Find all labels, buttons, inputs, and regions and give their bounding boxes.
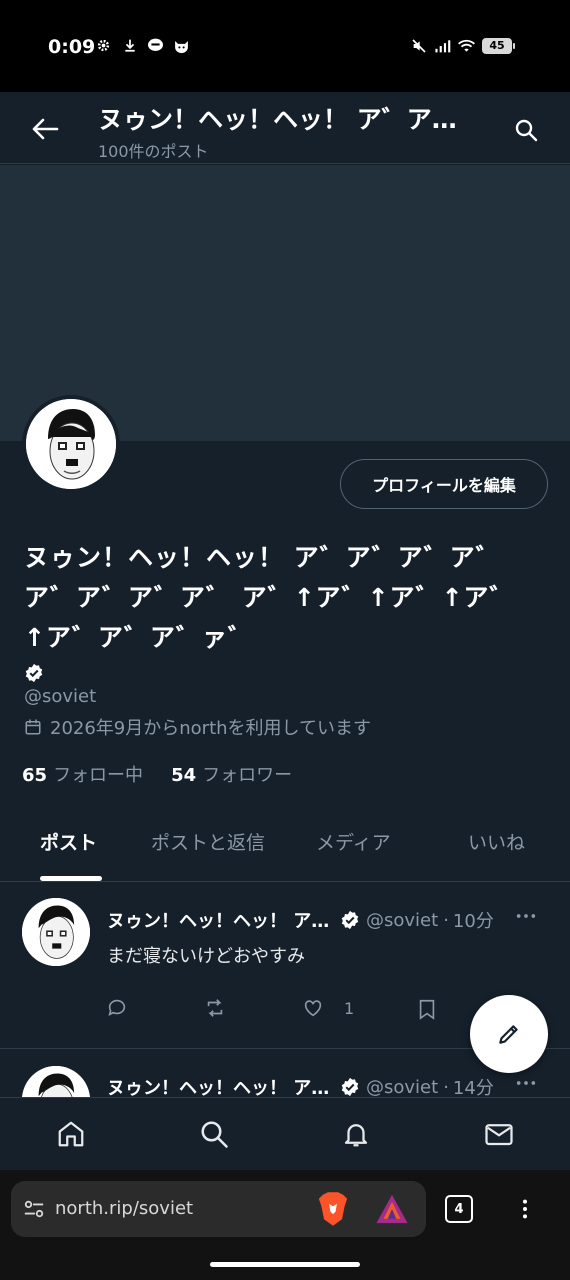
- status-notification-icons: [95, 37, 190, 54]
- nav-notifications[interactable]: [338, 1116, 374, 1152]
- avatar-face-image: [22, 898, 90, 966]
- wifi-icon: [458, 37, 475, 54]
- post-separator: ·: [443, 1076, 449, 1098]
- back-arrow-icon: [32, 118, 59, 140]
- post-time: 10分: [452, 911, 494, 932]
- followers-label: フォロワー: [202, 765, 293, 786]
- status-bar: 0:09 45: [0, 0, 570, 92]
- header-title: ヌゥン！ヘッ！ヘッ！ ア゛ア…: [98, 105, 457, 134]
- bookmark-icon: [419, 999, 435, 1020]
- joined-date: 2026年9月からnorthを利用しています: [24, 714, 371, 740]
- tab-media[interactable]: メディア: [316, 828, 391, 855]
- post-author-handle: @soviet: [366, 909, 439, 931]
- post-separator: ·: [443, 909, 449, 931]
- profile-header: ヌゥン！ヘッ！ヘッ！ ア゛ア… 100件のポスト: [0, 92, 570, 164]
- followers-link[interactable]: 54 フォロワー: [171, 761, 292, 787]
- joined-text: 2026年9月からnorthを利用しています: [50, 718, 372, 739]
- heart-icon: [304, 1000, 322, 1017]
- tab-likes[interactable]: いいね: [468, 828, 525, 855]
- edit-profile-button[interactable]: プロフィールを編集: [340, 459, 548, 509]
- verified-badge-icon: [341, 910, 359, 930]
- like-button[interactable]: 1: [302, 997, 354, 1019]
- browser-toolbar: north.rip/soviet 4: [0, 1170, 570, 1280]
- active-tab-indicator: [40, 876, 102, 881]
- home-icon: [58, 1121, 84, 1147]
- gesture-home-indicator: [210, 1262, 360, 1267]
- post-more-button[interactable]: [515, 1072, 537, 1097]
- status-system-icons: 45: [410, 37, 515, 54]
- bell-icon: [344, 1124, 368, 1147]
- verified-badge-icon: [24, 663, 44, 683]
- brave-rewards-icon[interactable]: [375, 1193, 409, 1225]
- following-link[interactable]: 65 フォロー中: [22, 761, 143, 787]
- address-bar[interactable]: north.rip/soviet: [11, 1181, 426, 1237]
- download-icon: [121, 37, 138, 54]
- status-time: 0:09: [48, 36, 96, 58]
- following-label: フォロー中: [53, 765, 144, 786]
- site-settings-icon[interactable]: [23, 1198, 45, 1220]
- post-time: 14分: [452, 1078, 494, 1097]
- repost-button[interactable]: [204, 997, 226, 1019]
- search-button[interactable]: [510, 114, 542, 146]
- post-more-button[interactable]: [515, 905, 537, 931]
- avatar-face-image: [22, 1066, 90, 1097]
- verified-badge-icon: [341, 1077, 359, 1097]
- mail-icon: [485, 1124, 513, 1146]
- settings-gear-icon: [95, 37, 112, 54]
- back-button[interactable]: [28, 112, 62, 146]
- post-avatar[interactable]: [22, 1066, 90, 1097]
- follow-stats: 65 フォロー中 54 フォロワー: [22, 761, 292, 787]
- url-text: north.rip/soviet: [55, 1198, 194, 1219]
- mute-icon: [410, 37, 427, 54]
- more-options-icon: [516, 914, 536, 918]
- tab-posts[interactable]: ポスト: [40, 828, 97, 855]
- brave-shield-icon[interactable]: [317, 1191, 349, 1227]
- profile-avatar[interactable]: [22, 395, 120, 493]
- search-icon: [515, 119, 538, 142]
- post-author-name[interactable]: ヌゥン！ヘッ！ヘッ！ ア゛ア゛: [107, 907, 332, 933]
- repost-icon: [207, 999, 223, 1017]
- signal-icon: [434, 37, 451, 54]
- calendar-icon: [25, 719, 41, 735]
- post-avatar[interactable]: [22, 898, 90, 966]
- like-count: 1: [344, 998, 355, 1018]
- post-header: ヌゥン！ヘッ！ヘッ！ ア゛ア゛ @soviet · 10分: [107, 907, 494, 933]
- browser-menu-icon[interactable]: [514, 1196, 536, 1222]
- profile-handle: @soviet: [24, 686, 97, 707]
- compose-post-button[interactable]: [470, 995, 548, 1073]
- tab-switcher-button[interactable]: 4: [445, 1195, 473, 1223]
- following-count: 65: [22, 765, 48, 786]
- battery-indicator: 45: [482, 37, 515, 54]
- more-options-icon: [516, 1081, 536, 1085]
- reply-icon: [108, 999, 126, 1016]
- nav-home[interactable]: [53, 1116, 89, 1152]
- cat-app-icon: [173, 37, 190, 54]
- reply-button[interactable]: [106, 997, 128, 1019]
- bookmark-button[interactable]: [416, 997, 438, 1021]
- search-icon: [201, 1121, 228, 1148]
- post-header: ヌゥン！ヘッ！ヘッ！ ア゛ア゛ @soviet · 14分: [107, 1074, 494, 1098]
- line-app-icon: [147, 37, 164, 54]
- nav-search[interactable]: [196, 1116, 232, 1152]
- followers-count: 54: [171, 765, 197, 786]
- bottom-navigation: [0, 1097, 570, 1170]
- tab-posts-replies[interactable]: ポストと返信: [151, 828, 265, 855]
- post-author-handle: @soviet: [366, 1076, 439, 1098]
- avatar-face-image: [26, 399, 116, 489]
- profile-tabs: ポスト ポストと返信 メディア いいね: [0, 808, 570, 882]
- post-count: 100件のポスト: [98, 142, 209, 161]
- profile-display-name: ヌゥン！ヘッ！ヘッ！ ア゛ア゛ア゛ア゛ア゛ア゛ア゛ア゛ ア゛↑ア゛↑ア゛↑ア゛↑…: [24, 543, 516, 652]
- post-author-name[interactable]: ヌゥン！ヘッ！ヘッ！ ア゛ア゛: [107, 1074, 332, 1097]
- pencil-icon: [499, 1025, 518, 1044]
- nav-messages[interactable]: [481, 1116, 517, 1152]
- post-text: まだ寝ないけどおやすみ: [107, 946, 305, 967]
